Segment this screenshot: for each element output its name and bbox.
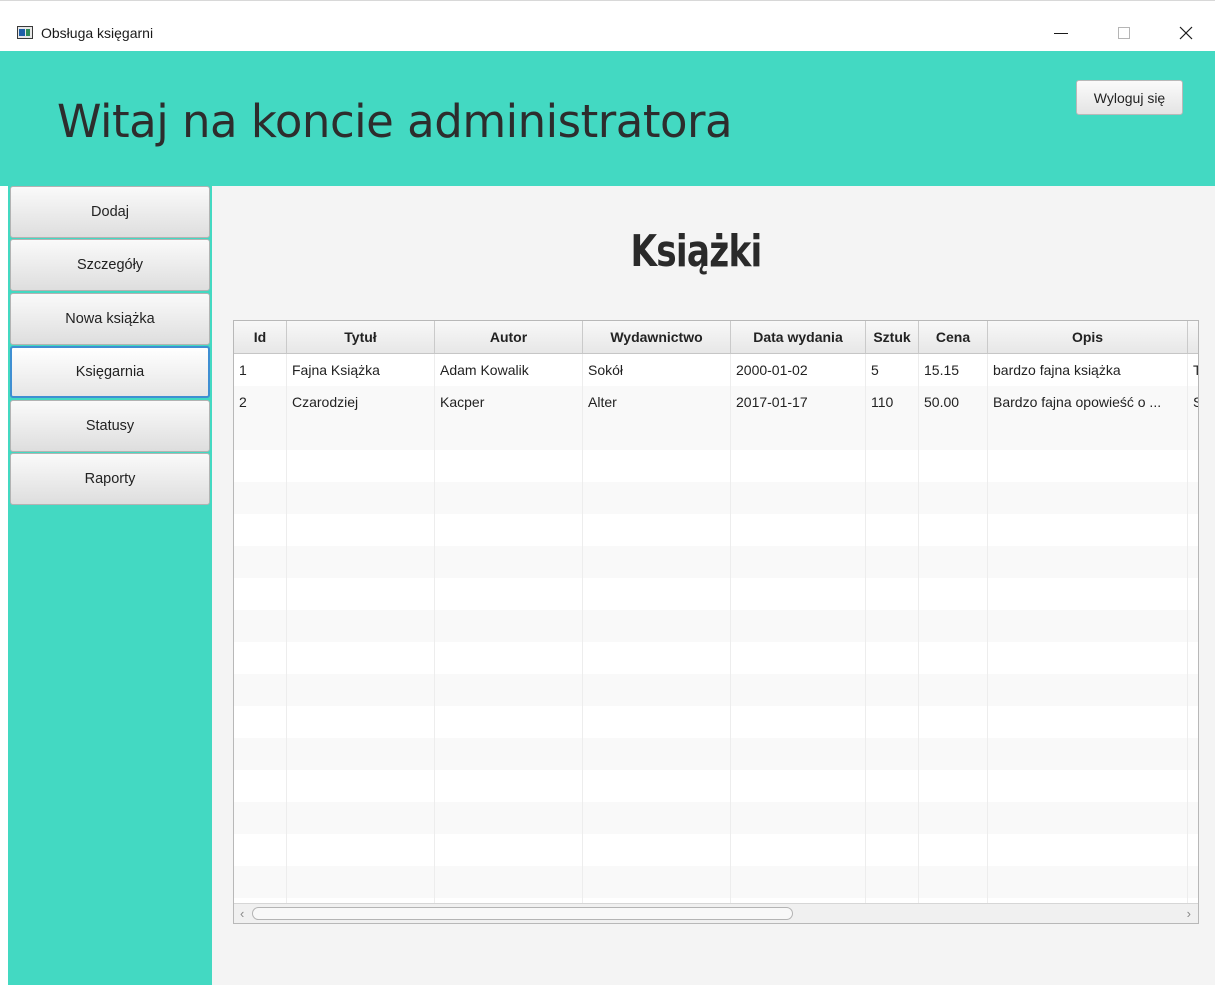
cell-author: Adam Kowalik <box>435 354 583 386</box>
cell-title: Czarodziej <box>287 386 435 418</box>
table-row-empty <box>234 514 1198 546</box>
table-row-empty <box>234 866 1198 898</box>
column-divider <box>582 354 583 904</box>
column-header-publisher[interactable]: Wydawnictwo <box>583 321 731 353</box>
table-row-empty <box>234 706 1198 738</box>
sidebar-item-nowa-ksiazka[interactable]: Nowa książka <box>10 293 210 345</box>
cell-extra: T <box>1188 354 1198 386</box>
chevron-left-icon[interactable]: ‹ <box>240 906 244 921</box>
column-divider <box>1187 354 1188 904</box>
cell-description: bardzo fajna książka <box>988 354 1188 386</box>
scrollbar-thumb[interactable] <box>252 907 793 920</box>
table-row-empty <box>234 418 1198 450</box>
column-header-extra[interactable] <box>1188 321 1198 353</box>
cell-quantity: 5 <box>866 354 919 386</box>
column-header-author[interactable]: Autor <box>435 321 583 353</box>
column-divider <box>865 354 866 904</box>
cell-release-date: 2000-01-02 <box>731 354 866 386</box>
cell-description: Bardzo fajna opowieść o ... <box>988 386 1188 418</box>
table-row-empty <box>234 802 1198 834</box>
table-row-empty <box>234 546 1198 578</box>
cell-extra: S <box>1188 386 1198 418</box>
table-header: Id Tytuł Autor Wydawnictwo Data wydania … <box>234 321 1198 354</box>
table-row-empty <box>234 770 1198 802</box>
welcome-heading: Witaj na koncie administratora <box>57 95 733 148</box>
cell-id: 2 <box>234 386 287 418</box>
sidebar-item-dodaj[interactable]: Dodaj <box>10 186 210 238</box>
sidebar-item-ksiegarnia[interactable]: Księgarnia <box>10 346 210 398</box>
maximize-button[interactable] <box>1101 15 1147 51</box>
sidebar-item-raporty[interactable]: Raporty <box>10 453 210 505</box>
column-header-price[interactable]: Cena <box>919 321 988 353</box>
cell-release-date: 2017-01-17 <box>731 386 866 418</box>
cell-price: 15.15 <box>919 354 988 386</box>
table-row-empty <box>234 834 1198 866</box>
cell-title: Fajna Książka <box>287 354 435 386</box>
column-divider <box>286 354 287 904</box>
chevron-right-icon[interactable]: › <box>1187 906 1191 921</box>
column-header-title[interactable]: Tytuł <box>287 321 435 353</box>
table-row-empty <box>234 738 1198 770</box>
sidebar: Dodaj Szczegóły Nowa książka Księgarnia … <box>8 186 212 985</box>
cell-author: Kacper <box>435 386 583 418</box>
column-header-description[interactable]: Opis <box>988 321 1188 353</box>
minimize-button[interactable] <box>1038 15 1084 51</box>
sidebar-item-label: Raporty <box>84 471 136 487</box>
cell-id: 1 <box>234 354 287 386</box>
column-header-quantity[interactable]: Sztuk <box>866 321 919 353</box>
sidebar-item-label: Dodaj <box>91 204 129 220</box>
table-row-empty <box>234 450 1198 482</box>
table-row[interactable]: 1 Fajna Książka Adam Kowalik Sokół 2000-… <box>234 354 1198 386</box>
table-row-empty <box>234 642 1198 674</box>
maximize-icon <box>1118 27 1130 39</box>
cell-price: 50.00 <box>919 386 988 418</box>
cell-publisher: Sokół <box>583 354 731 386</box>
column-divider <box>918 354 919 904</box>
app-window-icon <box>17 26 33 39</box>
window-titlebar: Obsługa księgarni <box>0 0 1215 51</box>
sidebar-item-label: Nowa książka <box>65 311 155 327</box>
column-divider <box>987 354 988 904</box>
table-row-empty <box>234 578 1198 610</box>
sidebar-item-szczegoly[interactable]: Szczegóły <box>10 239 210 291</box>
logout-button[interactable]: Wyloguj się <box>1076 80 1183 115</box>
header-banner: Witaj na koncie administratora Wyloguj s… <box>0 51 1215 186</box>
window-title: Obsługa księgarni <box>41 25 154 41</box>
close-button[interactable] <box>1163 15 1209 51</box>
table-row-empty <box>234 482 1198 514</box>
table-body: 1 Fajna Książka Adam Kowalik Sokół 2000-… <box>234 354 1198 923</box>
table-row[interactable]: 2 Czarodziej Kacper Alter 2017-01-17 110… <box>234 386 1198 418</box>
sidebar-item-label: Statusy <box>85 418 135 434</box>
cell-quantity: 110 <box>866 386 919 418</box>
column-header-release-date[interactable]: Data wydania <box>731 321 866 353</box>
horizontal-scrollbar[interactable]: ‹ › <box>234 903 1198 923</box>
column-divider <box>730 354 731 904</box>
books-table[interactable]: Id Tytuł Autor Wydawnictwo Data wydania … <box>233 320 1199 924</box>
sidebar-item-label: Księgarnia <box>75 364 145 380</box>
cell-publisher: Alter <box>583 386 731 418</box>
column-header-id[interactable]: Id <box>234 321 287 353</box>
minimize-icon <box>1054 32 1068 34</box>
column-divider <box>434 354 435 904</box>
page-title: Książki <box>630 226 762 277</box>
table-row-empty <box>234 610 1198 642</box>
sidebar-item-label: Szczegóły <box>76 257 144 273</box>
close-icon <box>1179 26 1193 40</box>
sidebar-item-statusy[interactable]: Statusy <box>10 400 210 452</box>
main-content: Książki Id Tytuł Autor Wydawnictwo Data … <box>212 186 1215 985</box>
table-row-empty <box>234 674 1198 706</box>
